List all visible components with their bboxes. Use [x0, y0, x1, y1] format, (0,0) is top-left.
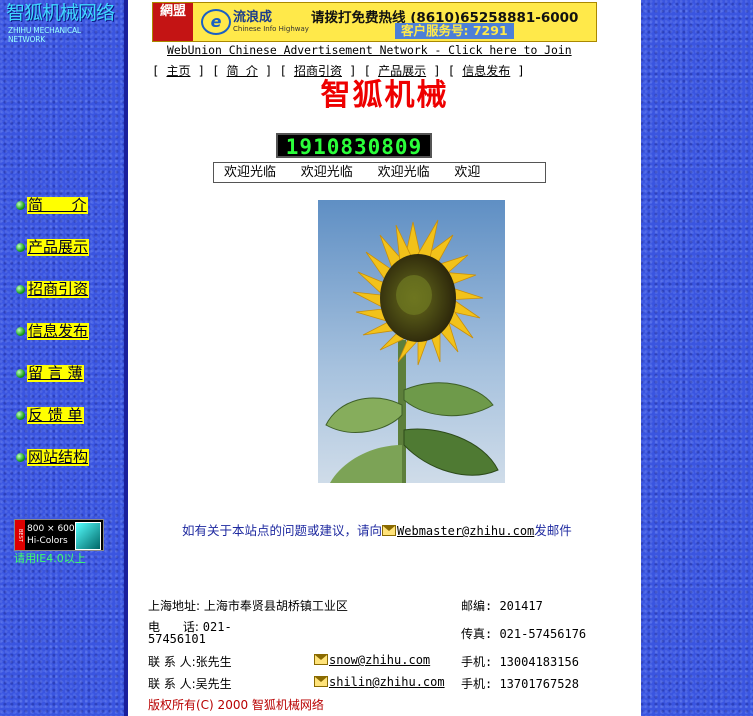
logo-chinese: 智狐机械网络 [6, 2, 115, 24]
site-logo[interactable]: 智狐机械网络 ZHIHU MECHANICAL NETWORK [6, 2, 116, 44]
topnav-info[interactable]: 信息发布 [462, 64, 510, 78]
sidebar-item-info[interactable]: 信息发布 [16, 322, 90, 340]
mobile-1: 手机: 13004183156 [461, 655, 579, 669]
browser-note: 请用IE4.0以上 [14, 552, 86, 565]
webmaster-email-link[interactable]: Webmaster@zhihu.com [397, 524, 534, 538]
green-bullet-icon [16, 411, 25, 420]
envelope-icon [314, 676, 328, 687]
page-title: 智狐机械 [320, 78, 449, 113]
webmaster-contact-note: 如有关于本站点的问题或建议，请向 Webmaster@zhihu.com发邮件 [182, 520, 572, 539]
badge-side-label: BEST [15, 520, 25, 550]
badge-colors: Hi-Colors [27, 536, 68, 546]
email-link-shilin[interactable]: shilin@zhihu.com [329, 675, 445, 689]
sidebar-item-label: 产品展示 [27, 238, 90, 256]
sidebar-item-intro[interactable]: 简 介 [16, 197, 88, 214]
address-value: 上海市奉贤县胡桥镇工业区 [203, 599, 348, 613]
sunflower-photo [318, 200, 505, 483]
webunion-badge: 網盟 [153, 3, 193, 41]
envelope-icon [382, 525, 397, 536]
green-bullet-icon [16, 327, 25, 336]
mobile-2: 手机: 13701767528 [461, 677, 579, 691]
left-sidebar [0, 0, 124, 716]
visitor-counter: 1910830809 [276, 133, 432, 159]
email-link-snow[interactable]: snow@zhihu.com [329, 653, 430, 667]
sidebar-item-label: 简 介 [27, 196, 88, 214]
green-bullet-icon [16, 369, 25, 378]
copyright: 版权所有(C) 2000 智狐机械网络 [148, 698, 324, 712]
contact-person-1: 联 系 人:张先生 [148, 655, 232, 669]
sidebar-item-label: 信息发布 [27, 322, 90, 340]
sidebar-item-investment[interactable]: 招商引资 [16, 280, 90, 298]
contact-person-2: 联 系 人:吴先生 [148, 677, 232, 691]
sidebar-item-guestbook[interactable]: 留 言 薄 [16, 365, 84, 382]
right-background [641, 0, 753, 716]
green-bullet-icon [16, 285, 25, 294]
banner-brand: 流浪成 [233, 10, 273, 25]
webunion-join-link[interactable]: WebUnion Chinese Advertisement Network -… [167, 43, 572, 57]
top-nav: [ 主页 ] [ 简 介 ] [ 招商引资 ] [ 产品展示 ] [ 信息发布 … [152, 64, 525, 78]
badge-resolution: 800 × 600 [27, 524, 75, 534]
green-bullet-icon [16, 201, 25, 210]
email-row-2: shilin@zhihu.com [314, 675, 445, 689]
phone-value: 021- [202, 620, 232, 634]
sidebar-item-label: 反 馈 单 [27, 406, 84, 424]
green-bullet-icon [16, 453, 25, 462]
topnav-products[interactable]: 产品展示 [378, 64, 426, 78]
sidebar-item-products[interactable]: 产品展示 [16, 238, 90, 256]
green-bullet-icon [16, 243, 25, 252]
e-logo-icon: e [201, 9, 231, 35]
sidebar-item-sitemap[interactable]: 网站结构 [16, 448, 90, 466]
phone-value-line2: 57456101 [148, 632, 206, 646]
fax: 传真: 021-57456176 [461, 627, 587, 641]
monitor-icon [75, 522, 101, 550]
contact-note-prefix: 如有关于本站点的问题或建议，请向 [182, 523, 383, 538]
banner-service: 客户服务号: 7291 [395, 23, 514, 39]
welcome-marquee: 欢迎光临 欢迎光临 欢迎光临 欢迎 [213, 162, 546, 183]
postcode: 邮编: 201417 [461, 599, 543, 613]
topnav-home[interactable]: 主页 [166, 64, 190, 78]
contact-note-suffix: 发邮件 [534, 523, 572, 538]
envelope-icon [314, 654, 328, 665]
sidebar-item-label: 网站结构 [27, 448, 90, 466]
address-row: 上海地址: 上海市奉贤县胡桥镇工业区 [148, 597, 348, 614]
resolution-badge: BEST 800 × 600 Hi-Colors [14, 519, 104, 551]
banner-ad[interactable]: 網盟 e 流浪成 Chinese Info Highway 请拨打免费热线 (8… [152, 2, 597, 42]
address-label: 上海地址: [148, 599, 201, 613]
email-row-1: snow@zhihu.com [314, 653, 430, 667]
topnav-intro[interactable]: 简 介 [227, 64, 258, 78]
sidebar-item-feedback[interactable]: 反 馈 单 [16, 407, 84, 424]
sidebar-item-label: 招商引资 [27, 280, 90, 298]
sidebar-item-label: 留 言 薄 [27, 364, 84, 382]
banner-brand-en: Chinese Info Highway [233, 25, 309, 33]
topnav-investment[interactable]: 招商引资 [294, 64, 342, 78]
logo-english: ZHIHU MECHANICAL NETWORK [8, 26, 81, 44]
marquee-text: 欢迎光临 欢迎光临 欢迎光临 欢迎 [224, 165, 481, 180]
